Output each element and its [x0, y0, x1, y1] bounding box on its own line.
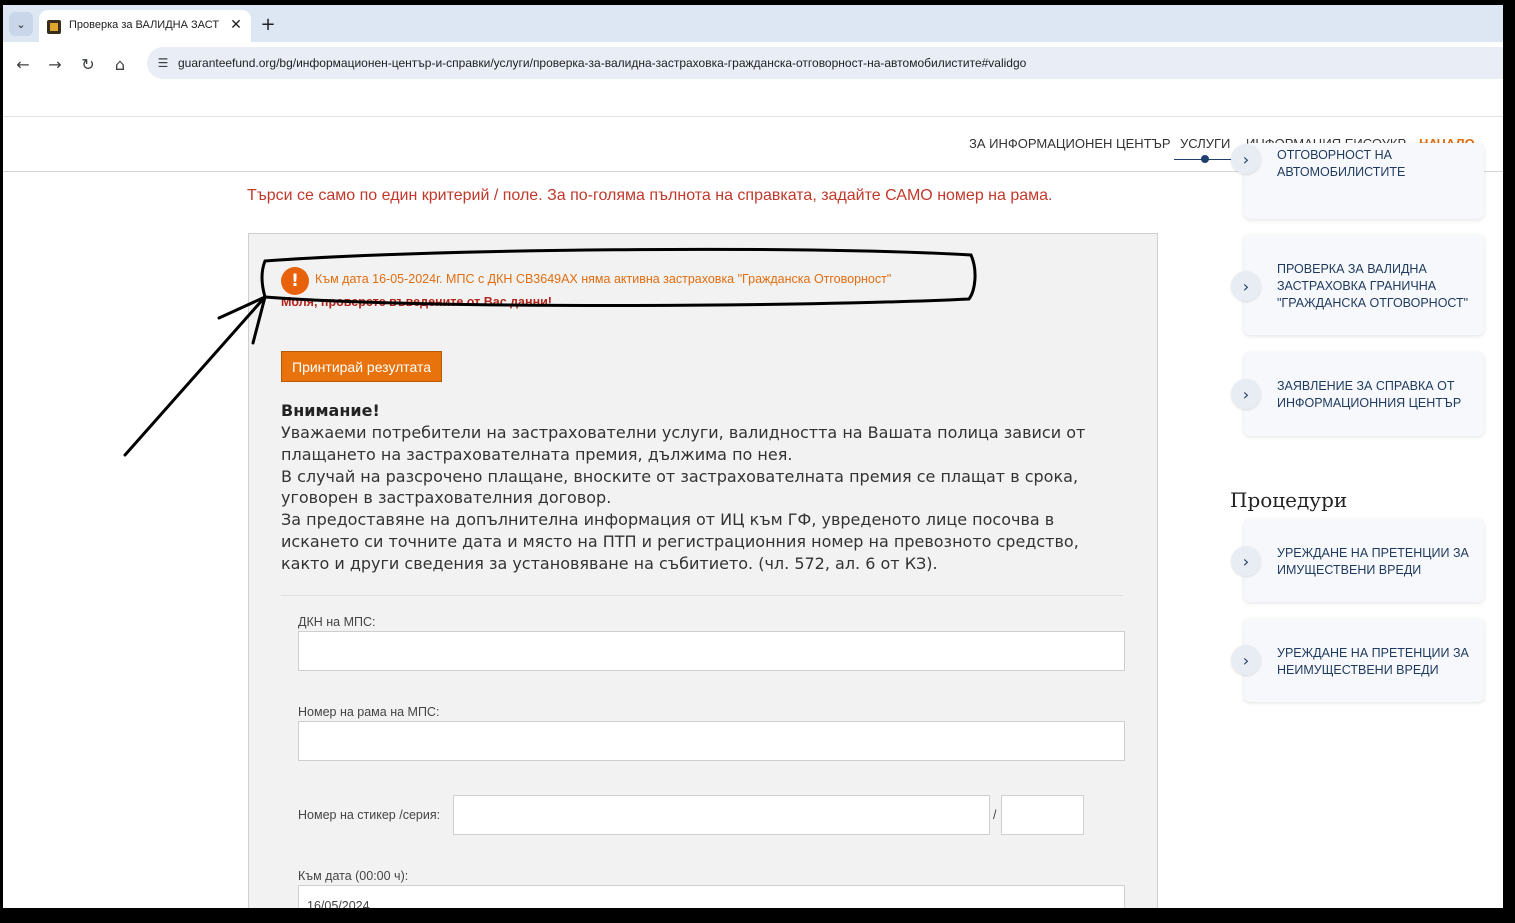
sidebar-card-label: ЗАЯВЛЕНИЕ ЗА СПРАВКА ОТ ИНФОРМАЦИОННИЯ Ц…: [1277, 379, 1462, 410]
dkn-label: ДКН на МПС:: [298, 615, 376, 629]
forward-arrow-icon[interactable]: →: [43, 52, 67, 76]
sticker-number-input[interactable]: [453, 795, 990, 835]
close-icon[interactable]: ✕: [227, 16, 245, 34]
back-arrow-icon[interactable]: ←: [11, 52, 35, 76]
sticker-series-input[interactable]: [1001, 795, 1084, 835]
sidebar-card-go-check[interactable]: ОТГОВОРНОСТ НА АВТОМОБИЛИСТИТЕ: [1244, 143, 1484, 219]
sidebar-card-label: ОТГОВОРНОСТ НА АВТОМОБИЛИСТИТЕ: [1277, 148, 1406, 179]
chevron-right-icon[interactable]: ›: [1231, 271, 1261, 301]
frame-number-input[interactable]: [298, 721, 1125, 761]
tab-bar: ⌄ Проверка за ВАЛИДНА ЗАСТР ✕ +: [3, 5, 1503, 42]
frame-number-label: Номер на рама на МПС:: [298, 705, 440, 719]
attention-paragraph: В случай на разсрочено плащане, вноските…: [281, 466, 1079, 508]
site-favicon-icon: [47, 20, 61, 34]
reload-icon[interactable]: ↻: [76, 52, 100, 76]
attention-paragraph: За предоставяне на допълнителна информац…: [281, 510, 1079, 573]
new-tab-button[interactable]: +: [257, 13, 279, 35]
alert-exclamation-icon: !: [281, 267, 309, 295]
chevron-right-icon[interactable]: ›: [1231, 546, 1261, 576]
date-input[interactable]: 16/05/2024: [298, 885, 1125, 908]
sidebar-card-label: ПРОВЕРКА ЗА ВАЛИДНА ЗАСТРАХОВКА ГРАНИЧНА…: [1277, 262, 1469, 310]
tab-title: Проверка за ВАЛИДНА ЗАСТР: [69, 19, 219, 31]
sidebar-card-label: УРЕЖДАНЕ НА ПРЕТЕНЦИИ ЗА НЕИМУЩЕСТВЕНИ В…: [1277, 646, 1469, 677]
sticker-label: Номер на стикер /серия:: [298, 808, 441, 822]
browser-window: ⌄ Проверка за ВАЛИДНА ЗАСТР ✕ + ← → ↻ ⌂ …: [3, 5, 1503, 908]
annotation-arrow: [123, 295, 267, 457]
sticker-separator: /: [993, 808, 997, 822]
active-tab[interactable]: Проверка за ВАЛИДНА ЗАСТР ✕: [39, 10, 251, 42]
section-divider: [281, 595, 1123, 596]
sidebar-card-nonproperty-damage[interactable]: УРЕЖДАНЕ НА ПРЕТЕНЦИИ ЗА НЕИМУЩЕСТВЕНИ В…: [1244, 619, 1484, 702]
print-result-button[interactable]: Принтирай резултата: [281, 351, 443, 382]
url-text[interactable]: guaranteefund.org/bg/информационен-центъ…: [178, 56, 1026, 70]
no-insurance-alert-text: Към дата 16-05-2024г. МПС с ДКН СВ3649АХ…: [315, 272, 892, 286]
sidebar-card-border-insurance[interactable]: ПРОВЕРКА ЗА ВАЛИДНА ЗАСТРАХОВКА ГРАНИЧНА…: [1244, 235, 1484, 335]
nav-item-services[interactable]: УСЛУГИ: [1180, 136, 1230, 151]
attention-heading: Внимание!: [281, 401, 380, 420]
result-panel: ! Към дата 16-05-2024г. МПС с ДКН СВ3649…: [248, 233, 1158, 908]
check-data-message: Моля, проверете въведените от Вас данни!: [281, 295, 552, 309]
sidebar-card-info-request[interactable]: ЗАЯВЛЕНИЕ ЗА СПРАВКА ОТ ИНФОРМАЦИОННИЯ Ц…: [1244, 352, 1484, 436]
site-info-icon[interactable]: ☰: [155, 55, 171, 71]
chevron-right-icon[interactable]: ›: [1231, 144, 1261, 174]
home-icon[interactable]: ⌂: [108, 52, 132, 76]
dkn-input[interactable]: [298, 631, 1125, 671]
browser-toolbar: ← → ↻ ⌂ ☰ guaranteefund.org/bg/информаци…: [3, 42, 1503, 85]
nav-item-info-center[interactable]: ЗА ИНФОРМАЦИОНЕН ЦЕНТЪР: [969, 136, 1171, 151]
date-label: Към дата (00:00 ч):: [298, 869, 409, 883]
tab-search-button[interactable]: ⌄: [9, 12, 33, 36]
search-criteria-note: Търси се само по един критерий / поле. З…: [247, 187, 1053, 204]
procedures-heading: Процедури: [1230, 488, 1348, 512]
attention-text: Уважаеми потребители на застрахователни …: [281, 422, 1131, 575]
active-nav-dot: [1201, 155, 1209, 163]
web-page: ЗА ИНФОРМАЦИОНЕН ЦЕНТЪР УСЛУГИ ИНФОРМАЦИ…: [3, 85, 1503, 908]
attention-paragraph: Уважаеми потребители на застрахователни …: [281, 423, 1086, 464]
sidebar-card-property-damage[interactable]: УРЕЖДАНЕ НА ПРЕТЕНЦИИ ЗА ИМУЩЕСТВЕНИ ВРЕ…: [1244, 519, 1484, 602]
address-bar[interactable]: ☰ guaranteefund.org/bg/информационен-цен…: [147, 47, 1503, 79]
sidebar-card-label: УРЕЖДАНЕ НА ПРЕТЕНЦИИ ЗА ИМУЩЕСТВЕНИ ВРЕ…: [1277, 546, 1469, 577]
chevron-right-icon[interactable]: ›: [1231, 379, 1261, 409]
chevron-right-icon[interactable]: ›: [1231, 645, 1261, 675]
